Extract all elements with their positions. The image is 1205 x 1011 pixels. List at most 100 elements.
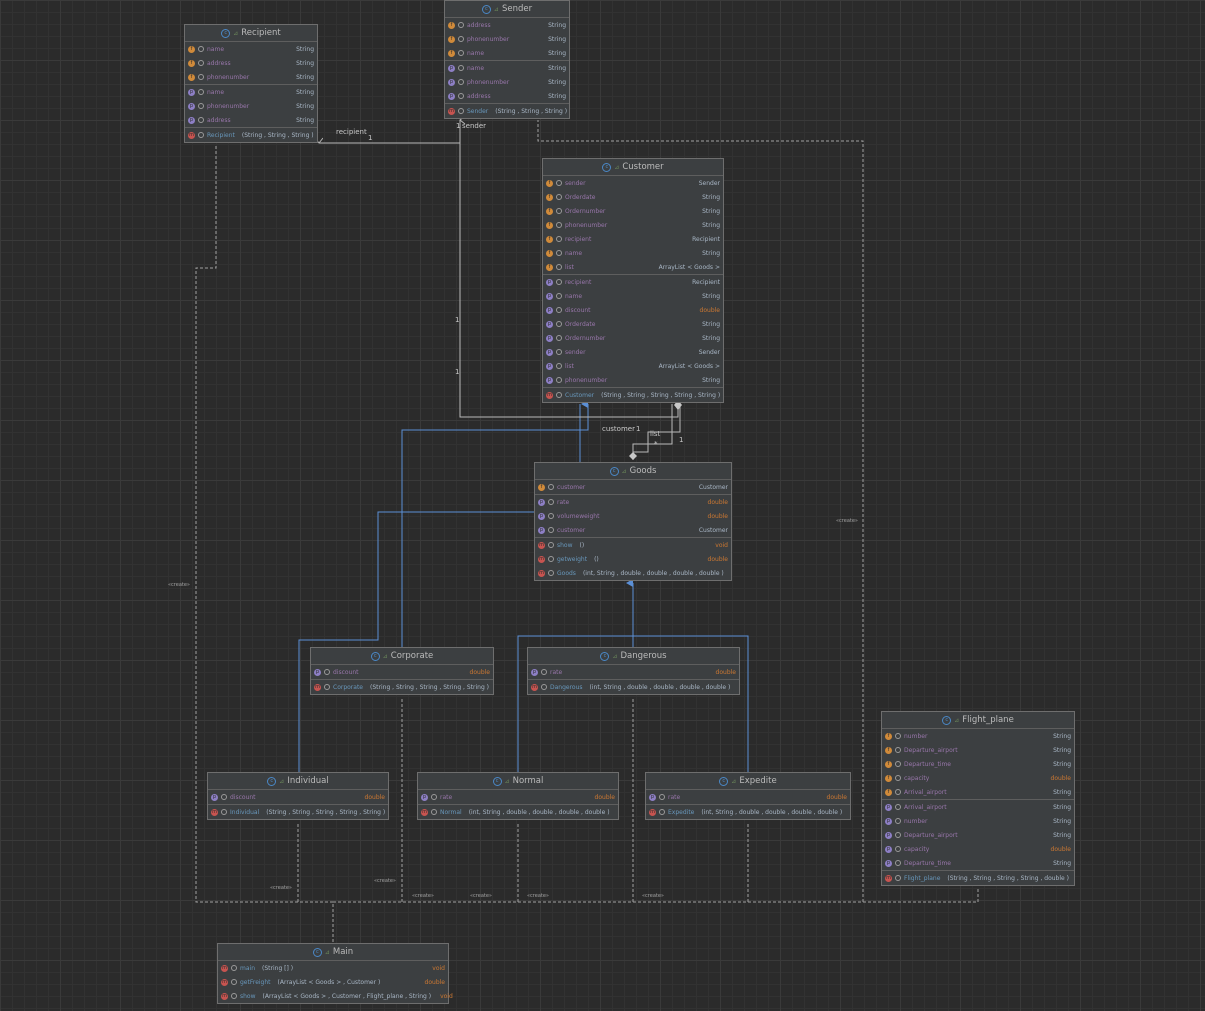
class-sender[interactable]: c ⊿ Sender f address String f phonenumber String… [444, 0, 570, 119]
class-header[interactable]: c ⊿ Dangerous [528, 648, 739, 665]
class-goods[interactable]: c ⊿ Goods f customer Customer p rate double p volu… [534, 462, 732, 581]
member-row[interactable]: f address String [185, 56, 317, 70]
edge-label-list: list [650, 430, 661, 438]
class-header[interactable]: c ⊿ Flight_plane [882, 712, 1074, 729]
member-row[interactable]: p customer Customer [535, 523, 731, 537]
member-row[interactable]: p rate double [646, 790, 850, 804]
member-row[interactable]: f address String [445, 18, 569, 32]
member-row[interactable]: m show (ArrayList < Goods > , Customer , F… [218, 989, 453, 1003]
member-row[interactable]: p list ArrayList < Goods > [543, 359, 723, 373]
class-icon: c [221, 28, 231, 38]
class-header[interactable]: c ⊿ Individual [208, 773, 388, 790]
member-row[interactable]: f Arrival_airport String [882, 785, 1074, 799]
class-recipient[interactable]: c ⊿ Recipient f name String f address String f pho… [184, 24, 318, 143]
member-row[interactable]: f phonenumber String [445, 32, 569, 46]
member-row[interactable]: f Orderdate String [543, 190, 723, 204]
member-row[interactable]: p rate double [418, 790, 618, 804]
member-row[interactable]: p number String [882, 814, 1074, 828]
member-row[interactable]: m Individual (String , String , String , S… [208, 805, 388, 819]
member-row[interactable]: p phonenumber String [185, 99, 317, 113]
property-icon: p [885, 831, 892, 839]
class-header[interactable]: c ⊿ Corporate [311, 648, 493, 665]
member-row[interactable]: p address String [185, 113, 317, 127]
visibility-icon [895, 875, 901, 881]
member-row[interactable]: f name String [445, 46, 569, 60]
class-header[interactable]: c ⊿ Sender [445, 1, 569, 18]
member-row[interactable]: p name String [445, 61, 569, 75]
member-params: (String , String , String ) [241, 131, 314, 139]
static-method-icon: m [221, 978, 228, 986]
member-row[interactable]: f name String [543, 246, 723, 260]
member-row[interactable]: m main (String [] ) void [218, 961, 448, 975]
member-row[interactable]: f sender Sender [543, 176, 723, 190]
member-row[interactable]: f Departure_time String [882, 757, 1074, 771]
member-row[interactable]: p rate double [528, 665, 739, 679]
member-row[interactable]: f phonenumber String [543, 218, 723, 232]
class-expedite[interactable]: c ⊿ Expedite p rate double m Expedite (int, Stri… [645, 772, 851, 820]
member-row[interactable]: p recipient Recipient [543, 275, 723, 289]
member-type: double [707, 498, 728, 506]
class-header[interactable]: c ⊿ Recipient [185, 25, 317, 42]
member-row[interactable]: f phonenumber String [185, 70, 317, 84]
member-row[interactable]: p discount double [543, 303, 723, 317]
member-row[interactable]: p rate double [535, 495, 731, 509]
member-row[interactable]: f Departure_airport String [882, 743, 1074, 757]
member-row[interactable]: f recipient Recipient [543, 232, 723, 246]
class-main[interactable]: c ⊿ Main m main (String [] ) void m getFreight (A… [217, 943, 453, 1004]
member-row[interactable]: m Expedite (int, String , double , double … [646, 805, 850, 819]
member-type: String [1053, 732, 1071, 740]
member-row[interactable]: p name String [543, 289, 723, 303]
member-row[interactable]: m getweight () double [535, 552, 731, 566]
member-row[interactable]: p phonenumber String [445, 75, 569, 89]
field-icon: f [546, 193, 553, 201]
member-row[interactable]: m Normal (int, String , double , double , … [418, 805, 618, 819]
member-row[interactable]: f list ArrayList < Goods > [543, 260, 723, 274]
class-individual[interactable]: c ⊿ Individual p discount double m Individual (S… [207, 772, 389, 820]
member-row[interactable]: m Customer (String , String , String , Str… [543, 388, 723, 402]
member-row[interactable]: p phonenumber String [543, 373, 723, 387]
class-header[interactable]: c ⊿ Main [218, 944, 448, 961]
class-header[interactable]: c ⊿ Normal [418, 773, 618, 790]
member-row[interactable]: m Sender (String , String , String ) [445, 104, 569, 118]
member-row[interactable]: p name String [185, 85, 317, 99]
class-dangerous[interactable]: c ⊿ Dangerous p rate double m Dangerous (int, St… [527, 647, 740, 695]
member-row[interactable]: p sender Sender [543, 345, 723, 359]
member-row[interactable]: m Goods (int, String , double , double , d… [535, 566, 731, 580]
member-row[interactable]: f capacity double [882, 771, 1074, 785]
member-params: (String , String , String , String , dou… [947, 874, 1069, 882]
edge-mult-b: 1 [455, 368, 460, 376]
member-row[interactable]: p Arrival_airport String [882, 800, 1074, 814]
member-type: double [469, 668, 490, 676]
member-type: String [702, 292, 720, 300]
property-icon: p [188, 88, 195, 96]
member-row[interactable]: f customer Customer [535, 480, 731, 494]
member-row[interactable]: p address String [445, 89, 569, 103]
member-row[interactable]: p capacity double [882, 842, 1074, 856]
class-corporate[interactable]: c ⊿ Corporate p discount double m Corporate (Str… [310, 647, 494, 695]
member-row[interactable]: m show () void [535, 538, 731, 552]
class-header[interactable]: c ⊿ Customer [543, 159, 723, 176]
edge-mult-c: 1 [679, 436, 684, 444]
member-row[interactable]: p Orderdate String [543, 317, 723, 331]
member-row[interactable]: f name String [185, 42, 317, 56]
member-type: double [715, 668, 736, 676]
class-customer[interactable]: c ⊿ Customer f sender Sender f Orderdate String f… [542, 158, 724, 403]
member-row[interactable]: p Departure_airport String [882, 828, 1074, 842]
member-row[interactable]: p volumeweight double [535, 509, 731, 523]
class-header[interactable]: c ⊿ Goods [535, 463, 731, 480]
member-row[interactable]: m Recipient (String , String , String ) [185, 128, 317, 142]
class-normal[interactable]: c ⊿ Normal p rate double m Normal (int, String ,… [417, 772, 619, 820]
class-header[interactable]: c ⊿ Expedite [646, 773, 850, 790]
member-row[interactable]: f number String [882, 729, 1074, 743]
member-row[interactable]: m Corporate (String , String , String , St… [311, 680, 493, 694]
member-row[interactable]: f Ordernumber String [543, 204, 723, 218]
class-flight-plane[interactable]: c ⊿ Flight_plane f number String f Departure_ai… [881, 711, 1075, 886]
member-type: double [424, 978, 445, 986]
member-row[interactable]: m getFreight (ArrayList < Goods > , Custom… [218, 975, 448, 989]
member-row[interactable]: m Dangerous (int, String , double , double… [528, 680, 739, 694]
member-row[interactable]: p Departure_time String [882, 856, 1074, 870]
member-row[interactable]: p discount double [311, 665, 493, 679]
member-row[interactable]: p discount double [208, 790, 388, 804]
member-row[interactable]: m Flight_plane (String , String , String ,… [882, 871, 1074, 885]
member-row[interactable]: p Ordernumber String [543, 331, 723, 345]
